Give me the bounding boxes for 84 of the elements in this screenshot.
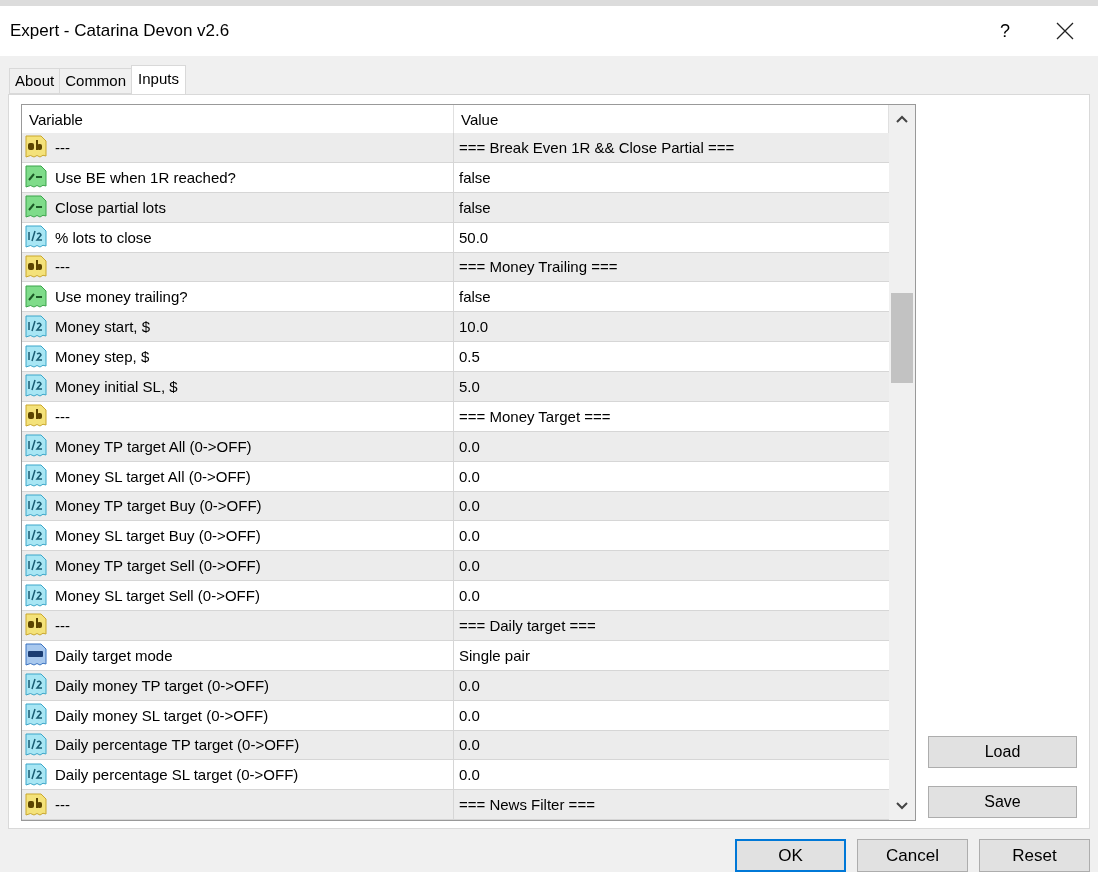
value-cell[interactable]: === News Filter === [454,790,889,820]
variable-name: --- [55,258,70,276]
variable-name: % lots to close [55,228,152,246]
number-type-icon [25,762,47,787]
close-icon[interactable] [1056,22,1074,40]
variable-name: Use BE when 1R reached? [55,168,236,186]
variable-name: Money SL target Sell (0->OFF) [55,587,260,605]
value-cell[interactable]: false [454,192,889,222]
variable-name: Daily percentage SL target (0->OFF) [55,766,299,784]
number-type-icon [25,583,47,608]
boolean-type-icon [25,195,47,220]
variable-name: Money start, $ [55,318,151,336]
number-type-icon [25,703,47,728]
help-button[interactable]: ? [982,20,1028,42]
boolean-type-icon [25,165,47,190]
number-type-icon [25,434,47,459]
value-cell[interactable]: === Break Even 1R && Close Partial === [454,133,889,162]
text-type-icon [25,254,47,279]
scrollbar[interactable] [889,105,915,820]
number-type-icon [25,314,47,339]
number-type-icon [25,673,47,698]
number-type-icon [25,523,47,548]
text-type-icon [25,613,47,638]
scroll-down-icon[interactable] [896,802,908,810]
value-cell[interactable]: 0.0 [454,491,889,521]
value-cell[interactable]: 0.0 [454,581,889,610]
variable-name: Use money trailing? [55,288,188,306]
variable-name: Money TP target Buy (0->OFF) [55,497,262,515]
value-cell[interactable]: === Money Target === [454,401,889,431]
variable-name: Money TP target Sell (0->OFF) [55,557,261,575]
number-type-icon [25,732,47,757]
value-cell[interactable]: false [454,162,889,192]
value-cell[interactable]: false [454,282,889,312]
dialog-button[interactable]: Cancel [857,839,968,872]
scroll-thumb[interactable] [891,293,913,383]
enum-type-icon [25,643,47,668]
tab[interactable]: Inputs [131,65,186,94]
variable-name: Money TP target All (0->OFF) [55,437,252,455]
dialog-button[interactable]: OK [735,839,846,872]
load-button[interactable]: Load [928,736,1077,768]
variable-name: Close partial lots [55,198,166,216]
value-cell[interactable]: === Money Trailing === [454,252,889,282]
number-type-icon [25,344,47,369]
value-cell[interactable]: 0.0 [454,431,889,461]
value-cell[interactable]: 0.0 [454,670,889,700]
variable-name: Money SL target Buy (0->OFF) [55,527,261,545]
variable-name: Daily target mode [55,646,173,664]
text-type-icon [25,135,47,160]
text-type-icon [25,792,47,817]
number-type-icon [25,464,47,489]
value-cell[interactable]: 0.0 [454,521,889,551]
value-cell[interactable]: 50.0 [454,222,889,252]
variable-name: --- [55,407,70,425]
scroll-up-icon[interactable] [896,115,908,123]
variable-name: Daily percentage TP target (0->OFF) [55,736,300,754]
window-title: Expert - Catarina Devon v2.6 [10,21,231,41]
variable-name: Money SL target All (0->OFF) [55,467,251,485]
value-cell[interactable]: 0.0 [454,730,889,760]
tab[interactable]: Common [59,68,133,94]
boolean-type-icon [25,284,47,309]
value-cell[interactable]: 0.0 [454,461,889,491]
variable-name: Daily money SL target (0->OFF) [55,706,269,724]
variable-name: --- [55,796,70,814]
number-type-icon [25,374,47,399]
value-cell[interactable]: 0.0 [454,760,889,790]
variable-name: --- [55,616,70,634]
variable-name: Money step, $ [55,348,150,366]
value-cell[interactable]: 5.0 [454,372,889,401]
variable-name: Daily money TP target (0->OFF) [55,676,270,694]
number-type-icon [25,493,47,518]
number-type-icon [25,225,47,250]
value-cell[interactable]: 0.0 [454,551,889,581]
variable-name: --- [55,138,70,156]
value-cell[interactable]: Single pair [454,640,889,670]
text-type-icon [25,404,47,429]
variable-name: Money initial SL, $ [55,377,178,395]
value-cell[interactable]: 0.0 [454,700,889,730]
number-type-icon [25,553,47,578]
value-cell[interactable]: 10.0 [454,312,889,342]
value-cell[interactable]: === Daily target === [454,611,889,640]
tab[interactable]: About [9,68,61,94]
dialog-button[interactable]: Reset [979,839,1090,872]
save-button[interactable]: Save [928,786,1077,818]
value-cell[interactable]: 0.5 [454,342,889,371]
